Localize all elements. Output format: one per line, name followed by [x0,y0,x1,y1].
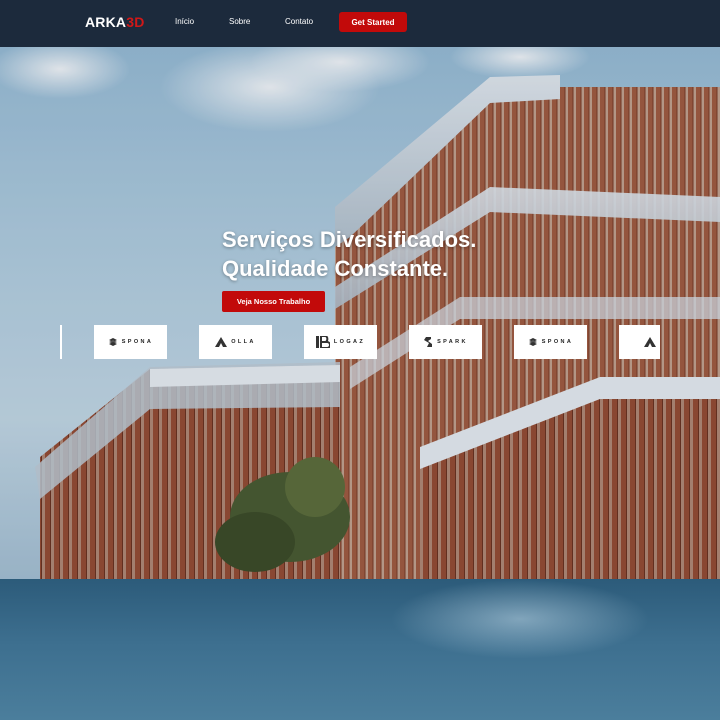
client-logo-olla: OLLA [199,325,272,359]
hero-section: Serviços Diversificados. Qualidade Const… [0,47,720,579]
view-work-button[interactable]: Veja Nosso Trabalho [222,291,325,312]
spark-logo-icon [424,337,433,347]
logaz-logo-icon [315,336,330,348]
brand-logo[interactable]: ARKA3D [85,14,145,30]
brand-accent: 3D [126,14,145,30]
logo-name: SPONA [121,339,154,345]
hero-title-line2: Qualidade Constante. [222,256,449,281]
page: ARKA3D Início Sobre Contato Get Started [0,0,720,720]
spona-logo-icon [528,338,537,346]
hero-title: Serviços Diversificados. Qualidade Const… [222,225,476,283]
client-logo-strip: SPONA OLLA LOGAZ SPARK SPONA [62,325,660,361]
lower-section-glow [390,579,650,659]
hero-background-image [0,47,720,579]
logo-name: SPARK [437,339,468,345]
brand-main: ARKA [85,14,127,30]
nav-link-contato[interactable]: Contato [285,17,313,26]
client-logo-spona-2: SPONA [514,325,587,359]
logo-name: OLLA [231,339,256,345]
lower-section [0,579,720,720]
logo-name: SPONA [541,339,574,345]
olla-logo-icon [215,337,228,347]
client-logo-spark: SPARK [409,325,482,359]
olla-logo-icon [644,337,657,347]
hero-title-line1: Serviços Diversificados. [222,227,477,252]
navbar: ARKA3D Início Sobre Contato Get Started [0,0,720,47]
client-logo-spona: SPONA [94,325,167,359]
logo-name: LOGAZ [333,339,366,345]
nav-link-sobre[interactable]: Sobre [229,17,250,26]
nav-link-inicio[interactable]: Início [175,17,194,26]
client-logo-olla-2: O [619,325,660,359]
client-logo-logaz: LOGAZ [304,325,377,359]
get-started-button[interactable]: Get Started [339,12,407,32]
spona-logo-icon [108,338,117,346]
